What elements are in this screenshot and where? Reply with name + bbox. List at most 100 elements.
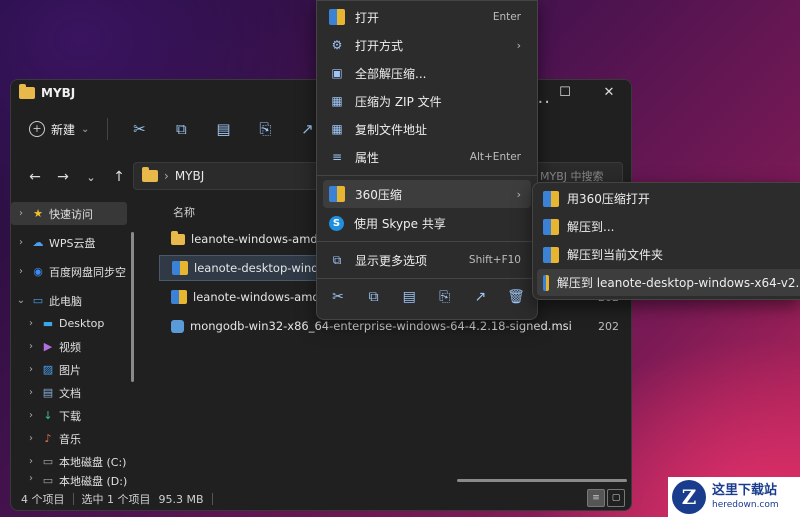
selected-size: 95.3 MB [158,492,204,506]
menu-item-copy-path[interactable]: ▦ 复制文件地址 [323,115,531,143]
cut-icon[interactable]: ✂ [118,114,160,144]
copy-icon[interactable]: ⧉ [160,114,202,144]
sidebar-item-quick-access[interactable]: › ★ 快速访问 [11,202,127,225]
close-button[interactable]: ✕ [587,80,631,106]
submenu-item-label: 用360压缩打开 [567,192,650,206]
menu-item-label: 打开 [355,10,380,25]
back-arrow-icon[interactable]: ← [21,169,49,185]
navigation-pane: › ★ 快速访问 › ☁ WPS云盘 › ◉ 百度网盘同步空 ⌄ ▭ 此电脑 ›… [11,202,139,487]
new-button[interactable]: + 新建 ⌄ [21,121,97,138]
sidebar-item-label: 快速访问 [49,207,93,221]
submenu-item-extract-to-folder[interactable]: 解压到 leanote-desktop-windows-x64-v2.7 [537,269,800,296]
sidebar-item-label: 视频 [59,340,81,354]
forward-arrow-icon[interactable]: → [49,169,77,185]
desktop-icon: ▬ [42,317,54,330]
menu-item-compress-zip[interactable]: ▦ 压缩为 ZIP 文件 [323,87,531,115]
sidebar-item-drive-c[interactable]: › ▭ 本地磁盘 (C:) [11,450,139,473]
video-icon: ▶ [43,340,53,353]
copy-path-icon: ▦ [331,122,343,136]
archive-icon [543,246,559,263]
menu-item-label: 属性 [355,150,380,165]
menu-item-open-with[interactable]: ⚙ 打开方式 › [323,31,531,59]
recent-chevron-icon[interactable]: ⌄ [77,171,105,184]
sidebar-scrollbar[interactable] [131,232,134,382]
submenu-item-extract-to[interactable]: 解压到... [537,213,800,240]
baidu-netdisk-icon: ◉ [33,265,43,278]
open-with-icon: ⚙ [331,38,343,52]
menu-item-label: 复制文件地址 [355,122,428,137]
menu-item-label: 360压缩 [355,187,402,202]
archive-icon [543,218,559,235]
chevron-right-icon: › [19,237,23,248]
delete-icon[interactable]: 🗑 [503,289,529,305]
cut-icon[interactable]: ✂ [325,289,351,305]
skype-icon: S [329,215,344,231]
archive-icon [171,290,187,304]
archive-icon [543,274,549,291]
sidebar-item-label: 文档 [59,386,81,400]
sidebar-item-music[interactable]: › ♪ 音乐 [11,427,139,450]
shortcut-text: Enter [492,11,521,23]
document-icon: ▤ [42,386,54,399]
rename-icon[interactable]: ⎘ [244,114,286,144]
more-options-icon: ⧉ [332,252,342,267]
menu-item-label: 压缩为 ZIP 文件 [355,94,442,109]
sidebar-item-label: 音乐 [59,432,81,446]
music-icon: ♪ [44,432,52,445]
sidebar-item-wps-cloud[interactable]: › ☁ WPS云盘 [11,231,139,254]
copy-icon[interactable]: ⧉ [361,289,387,305]
paste-icon[interactable]: ▤ [202,114,244,144]
submenu-item-extract-here[interactable]: 解压到当前文件夹 [537,241,800,268]
chevron-right-icon: › [29,364,33,375]
star-icon: ★ [33,207,43,220]
drive-icon: ▭ [42,473,54,487]
file-name: mongodb-win32-x86_64-enterprise-windows-… [190,319,572,333]
shortcut-text: Shift+F10 [468,254,521,266]
submenu-360: 用360压缩打开 解压到... 解压到当前文件夹 解压到 leanote-des… [532,182,800,300]
address-path: MYBJ [174,169,205,183]
submenu-item-open-with-360[interactable]: 用360压缩打开 [537,185,800,212]
archive-icon [172,261,188,275]
chevron-right-icon: › [29,473,33,484]
share-icon[interactable]: ↗ [467,289,493,305]
menu-item-label: 打开方式 [355,38,404,53]
sidebar-item-label: 本地磁盘 (C:) [59,455,127,469]
cloud-icon: ☁ [32,236,44,249]
status-bar: 4 个项目 选中 1 个项目 95.3 MB [11,488,631,510]
sidebar-item-downloads[interactable]: › ↓ 下载 [11,404,139,427]
tiles-view-icon[interactable]: ▢ [607,489,625,507]
extract-icon: ▣ [331,66,343,80]
menu-item-show-more[interactable]: ⧉ 显示更多选项 Shift+F10 [323,246,531,274]
file-date: 202 [598,319,619,333]
chevron-down-icon: ⌄ [81,123,90,135]
menu-item-extract-all[interactable]: ▣ 全部解压缩... [323,59,531,87]
menu-divider [317,175,537,176]
paste-icon[interactable]: ▤ [396,289,422,305]
file-list-scrollbar[interactable] [457,479,627,482]
sidebar-item-documents[interactable]: › ▤ 文档 [11,381,139,404]
up-arrow-icon[interactable]: ↑ [105,169,133,185]
menu-item-properties[interactable]: ≡ 属性 Alt+Enter [323,143,531,171]
menu-divider [317,241,537,242]
sidebar-item-drive-d[interactable]: › ▭ 本地磁盘 (D:) [11,473,139,487]
plus-icon: + [29,121,45,137]
sidebar-item-videos[interactable]: › ▶ 视频 [11,335,139,358]
sidebar-item-this-pc[interactable]: ⌄ ▭ 此电脑 [11,289,139,312]
sidebar-item-desktop[interactable]: › ▬ Desktop [11,312,139,335]
menu-item-360-compress[interactable]: 360压缩 › [323,180,531,208]
watermark-logo-icon: Z [672,480,706,514]
submenu-item-label: 解压到... [567,220,615,234]
menu-item-open[interactable]: 打开 Enter [323,3,531,31]
picture-icon: ▨ [42,363,54,376]
chevron-right-icon: › [19,208,23,219]
sidebar-item-baidu-sync[interactable]: › ◉ 百度网盘同步空 [11,260,139,283]
menu-action-row: ✂ ⧉ ▤ ⎘ ↗ 🗑 [325,283,529,311]
sidebar-item-pictures[interactable]: › ▨ 图片 [11,358,139,381]
archive-icon [543,190,559,207]
rename-icon[interactable]: ⎘ [432,289,458,305]
column-header-name[interactable]: 名称 [173,204,195,220]
watermark-title: 这里下载站 [712,483,778,498]
menu-item-skype-share[interactable]: S 使用 Skype 共享 [323,209,531,237]
details-view-icon[interactable]: ≡ [587,489,605,507]
site-watermark: Z 这里下载站 heredown.com [668,477,800,517]
